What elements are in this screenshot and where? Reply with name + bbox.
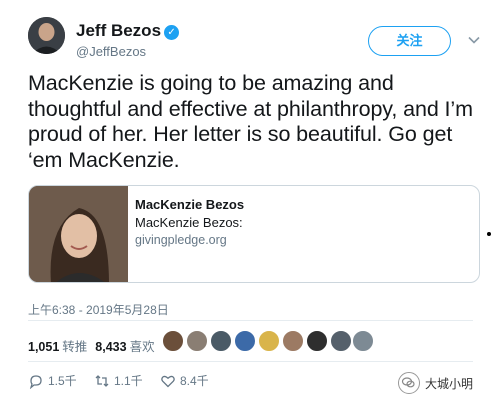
retweet-count[interactable]: 1,051 xyxy=(28,340,59,354)
divider xyxy=(28,361,473,362)
liker-avatar[interactable] xyxy=(186,330,208,352)
tweet-text: MacKenzie is going to be amazing and tho… xyxy=(28,71,473,172)
heart-icon[interactable] xyxy=(160,373,176,389)
liker-avatar[interactable] xyxy=(282,330,304,352)
reply-count: 1.5千 xyxy=(48,374,77,388)
author-handle[interactable]: @JeffBezos xyxy=(76,44,146,59)
divider xyxy=(28,320,473,321)
card-domain: givingpledge.org xyxy=(135,233,227,247)
engagement-stats: 1,051 转推 8,433 喜欢 xyxy=(28,336,163,355)
liker-avatar[interactable] xyxy=(330,330,352,352)
author-name[interactable]: Jeff Bezos ✓ xyxy=(76,21,180,41)
liker-avatar[interactable] xyxy=(258,330,280,352)
like-label[interactable]: 喜欢 xyxy=(130,340,155,354)
retweet-action[interactable]: 1.1千 xyxy=(94,372,143,389)
retweet-label[interactable]: 转推 xyxy=(62,340,87,354)
chevron-down-icon[interactable] xyxy=(467,33,481,47)
card-image xyxy=(29,186,128,282)
marker-dot xyxy=(487,232,491,236)
card-description: MacKenzie Bezos: xyxy=(135,215,243,230)
liker-avatar[interactable] xyxy=(234,330,256,352)
follow-button[interactable]: 关注 xyxy=(368,26,451,56)
reply-action[interactable]: 1.5千 xyxy=(28,372,77,389)
link-card[interactable]: MacKenzie Bezos MacKenzie Bezos: givingp… xyxy=(28,185,480,283)
liker-avatar[interactable] xyxy=(162,330,184,352)
retweet-action-count: 1.1千 xyxy=(114,374,143,388)
timestamp[interactable]: 上午6:38 - 2019年5月28日 xyxy=(28,301,169,318)
liker-avatar[interactable] xyxy=(210,330,232,352)
verified-badge-icon: ✓ xyxy=(164,25,180,40)
like-action[interactable]: 8.4千 xyxy=(160,372,209,389)
reply-icon[interactable] xyxy=(28,373,44,389)
watermark: 大城小明 xyxy=(398,372,473,394)
liker-avatar[interactable] xyxy=(306,330,328,352)
watermark-text: 大城小明 xyxy=(425,376,474,391)
card-title: MacKenzie Bezos xyxy=(135,197,245,212)
retweet-icon[interactable] xyxy=(94,373,110,389)
author-name-text[interactable]: Jeff Bezos xyxy=(76,21,161,40)
liker-avatar[interactable] xyxy=(352,330,374,352)
like-action-count: 8.4千 xyxy=(180,374,209,388)
like-count[interactable]: 8,433 xyxy=(95,340,126,354)
wechat-logo-icon xyxy=(398,372,420,394)
avatar[interactable] xyxy=(28,17,65,54)
